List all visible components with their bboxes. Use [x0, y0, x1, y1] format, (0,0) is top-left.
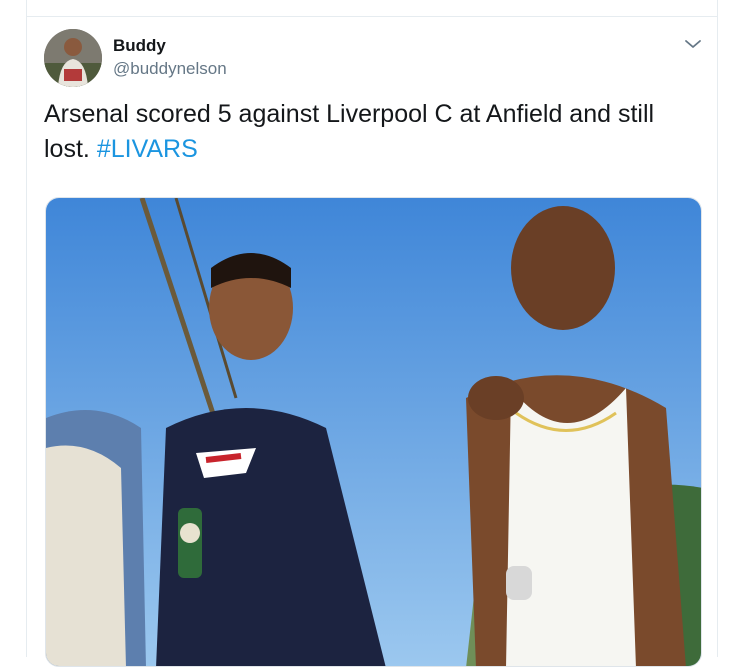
hashtag-link[interactable]: #LIVARS: [97, 135, 198, 163]
tweet-card[interactable]: Buddy @buddynelson Arsenal scored 5 agai…: [26, 17, 718, 667]
previous-tweet-edge: [26, 0, 718, 17]
tweet-text: Arsenal scored 5 against Liverpool C at …: [44, 97, 704, 167]
tweet-media-image[interactable]: [45, 197, 702, 667]
chevron-down-icon[interactable]: [683, 35, 703, 53]
author-handle[interactable]: @buddynelson: [113, 59, 227, 79]
avatar[interactable]: [44, 29, 102, 87]
author-name[interactable]: Buddy: [113, 36, 166, 56]
